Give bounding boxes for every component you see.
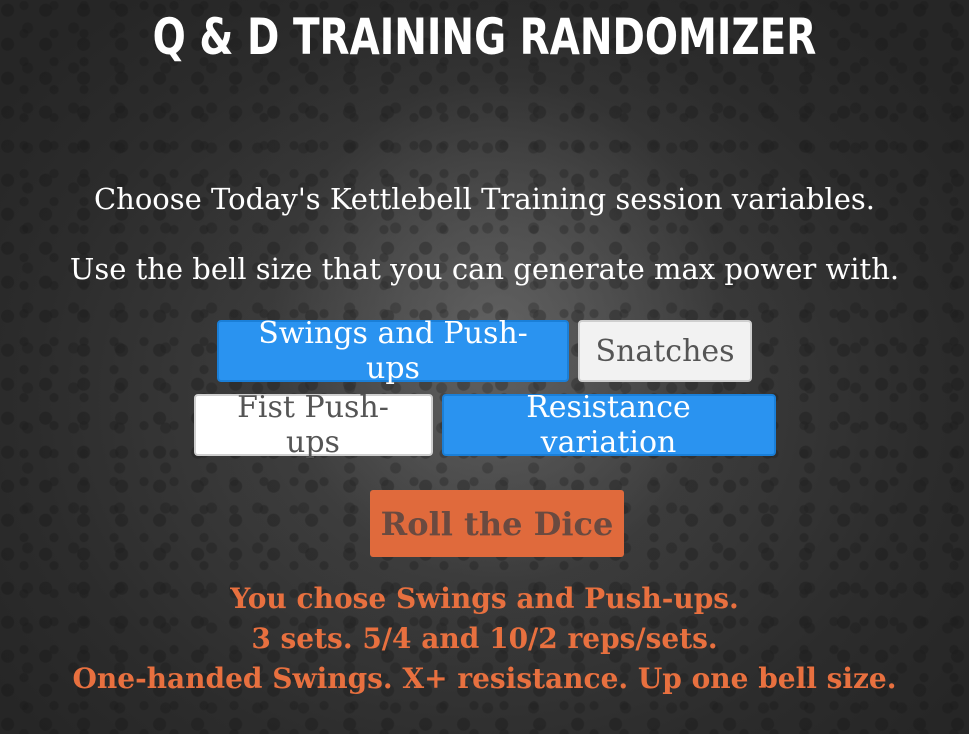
snatches-button[interactable]: Snatches [578, 320, 752, 382]
options-row-2: Fist Push-ups Resistance variation [0, 390, 969, 460]
intro-line-2: Use the bell size that you can generate … [69, 252, 900, 286]
result-line-1: You chose Swings and Push-ups. [230, 582, 739, 615]
main-content: Q & D TRAINING RANDOMIZER Choose Today's… [0, 0, 969, 734]
resistance-variation-button[interactable]: Resistance variation [441, 390, 776, 460]
swings-and-pushups-button[interactable]: Swings and Push-ups [217, 316, 569, 386]
result-line-3: One-handed Swings. X+ resistance. Up one… [72, 662, 897, 695]
intro-line-1: Choose Today's Kettlebell Training sessi… [93, 182, 876, 216]
result-line-2: 3 sets. 5/4 and 10/2 reps/sets. [251, 622, 718, 655]
roll-the-dice-button[interactable]: Roll the Dice [370, 490, 624, 557]
options-row-1: Swings and Push-ups Snatches [0, 316, 969, 386]
page-title: Q & D TRAINING RANDOMIZER [152, 8, 817, 66]
fist-pushups-button[interactable]: Fist Push-ups [193, 390, 433, 460]
